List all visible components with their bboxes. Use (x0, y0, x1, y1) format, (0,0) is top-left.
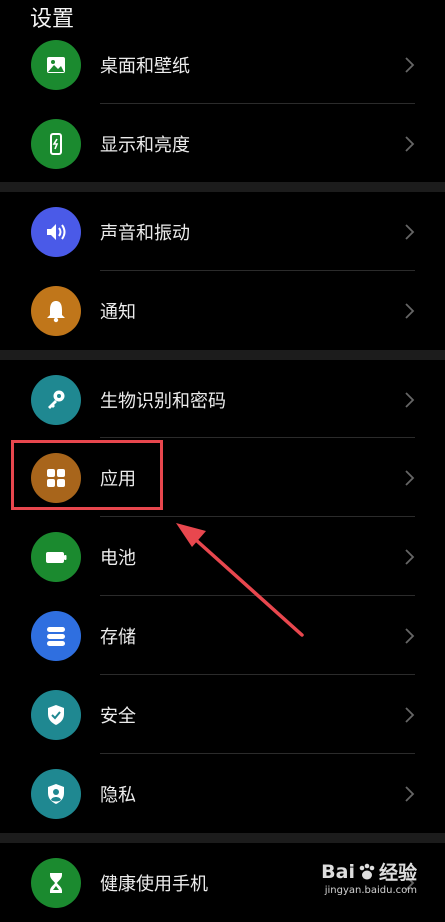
chevron-right-icon (403, 785, 415, 803)
settings-item-label: 电池 (100, 547, 136, 569)
chevron-right-icon (403, 391, 415, 409)
settings-item-label: 健康使用手机 (100, 873, 208, 895)
battery-icon (31, 531, 81, 582)
chevron-right-icon (403, 135, 415, 153)
settings-item-label: 生物识别和密码 (100, 390, 226, 412)
hourglass-icon (31, 857, 81, 908)
paw-icon (359, 863, 375, 879)
watermark: Bai 经验 jingyan.baidu.com (321, 858, 417, 897)
group-separator (0, 833, 445, 843)
settings-item-notifications[interactable]: 通知 (0, 271, 445, 350)
group-separator (0, 182, 445, 192)
settings-item-storage[interactable]: 存储 (0, 596, 445, 675)
settings-item-sound[interactable]: 声音和振动 (0, 192, 445, 271)
settings-item-label: 桌面和壁纸 (100, 55, 190, 77)
bell-icon (31, 285, 81, 336)
annotation-highlight-box (11, 440, 163, 510)
settings-item-label: 安全 (100, 705, 136, 727)
settings-item-display[interactable]: 显示和亮度 (0, 104, 445, 183)
settings-item-label: 声音和振动 (100, 222, 190, 244)
storage-icon (31, 610, 81, 661)
watermark-url: jingyan.baidu.com (324, 885, 417, 896)
chevron-right-icon (403, 223, 415, 241)
chevron-right-icon (403, 469, 415, 487)
settings-item-biometrics[interactable]: 生物识别和密码 (0, 360, 445, 439)
key-icon (31, 374, 81, 425)
settings-item-label: 存储 (100, 626, 136, 648)
group-separator (0, 350, 445, 360)
chevron-right-icon (403, 548, 415, 566)
watermark-logo: Bai 经验 (321, 858, 417, 885)
chevron-right-icon (403, 706, 415, 724)
watermark-brand-suffix: 经验 (378, 862, 417, 884)
chevron-right-icon (403, 302, 415, 320)
chevron-right-icon (403, 627, 415, 645)
settings-item-label: 隐私 (100, 784, 136, 806)
shield-check-icon (31, 689, 81, 740)
chevron-right-icon (403, 56, 415, 74)
settings-item-security[interactable]: 安全 (0, 675, 445, 754)
wallpaper-icon (31, 39, 81, 90)
watermark-brand: Bai (321, 860, 355, 883)
privacy-icon (31, 768, 81, 819)
settings-item-battery[interactable]: 电池 (0, 517, 445, 596)
speaker-icon (31, 206, 81, 257)
display-icon (31, 118, 81, 169)
settings-item-privacy[interactable]: 隐私 (0, 754, 445, 833)
settings-item-label: 通知 (100, 301, 136, 323)
settings-item-wallpaper[interactable]: 桌面和壁纸 (0, 25, 445, 104)
settings-item-label: 显示和亮度 (100, 134, 190, 156)
